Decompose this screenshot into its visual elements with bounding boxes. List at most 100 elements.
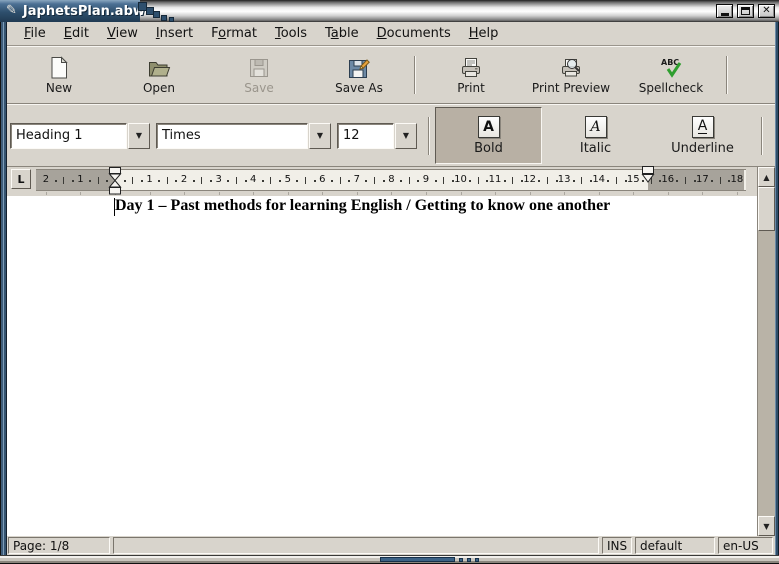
ruler-dot bbox=[331, 180, 333, 182]
ruler-dot bbox=[676, 180, 678, 182]
ruler-number: 12 bbox=[523, 174, 536, 185]
ruler-dot bbox=[141, 180, 143, 182]
toolbar-separator bbox=[428, 117, 430, 155]
ruler-minor-tick bbox=[495, 192, 496, 195]
ruler-number: 16 bbox=[661, 174, 674, 185]
ruler-dot bbox=[538, 180, 540, 182]
style-dropdown[interactable]: Heading 1 ▼ bbox=[10, 123, 150, 149]
border-decoration bbox=[380, 557, 455, 562]
menu-item-view[interactable]: View bbox=[98, 24, 147, 43]
chevron-down-icon[interactable]: ▼ bbox=[128, 123, 150, 149]
document-page[interactable]: Day 1 – Past methods for learning Englis… bbox=[7, 196, 757, 536]
ruler-scale[interactable]: 21123456789101112131415161718 bbox=[36, 169, 746, 191]
tab-selector-button[interactable]: L bbox=[11, 169, 31, 189]
menu-item-format[interactable]: Format bbox=[202, 24, 266, 43]
menu-item-help[interactable]: Help bbox=[460, 24, 508, 43]
language-indicator[interactable]: en-US bbox=[718, 537, 773, 554]
arrow-up-icon: ▲ bbox=[763, 173, 769, 182]
ruler-dot bbox=[711, 180, 713, 182]
left-indent-marker[interactable] bbox=[108, 167, 122, 199]
vertical-scrollbar[interactable]: ▲ ▼ bbox=[757, 167, 775, 536]
scrollbar-trough[interactable] bbox=[758, 231, 775, 516]
open-button[interactable]: Open bbox=[109, 48, 209, 102]
ruler-dot bbox=[452, 180, 454, 182]
ruler-dot bbox=[486, 180, 488, 182]
menu-item-edit[interactable]: Edit bbox=[55, 24, 98, 43]
print-preview-icon bbox=[559, 56, 583, 80]
ruler-dot bbox=[348, 180, 350, 182]
ruler-dot bbox=[400, 180, 402, 182]
menu-item-tools[interactable]: Tools bbox=[266, 24, 316, 43]
ruler-number: 10 bbox=[454, 174, 467, 185]
underline-button[interactable]: AUnderline bbox=[649, 107, 756, 164]
ruler-dot bbox=[728, 180, 730, 182]
ruler-dot bbox=[72, 180, 74, 182]
ruler-minor-tick bbox=[288, 192, 289, 195]
menu-item-table[interactable]: Table bbox=[316, 24, 368, 43]
save-floppy-icon bbox=[247, 56, 271, 80]
underline-icon: A bbox=[692, 116, 714, 138]
close-button[interactable]: ✕ bbox=[758, 4, 775, 18]
print-preview-button[interactable]: Print Preview bbox=[521, 48, 621, 102]
ruler-number: 9 bbox=[423, 174, 429, 185]
ruler-dot bbox=[296, 180, 298, 182]
right-indent-marker[interactable] bbox=[641, 166, 655, 192]
ruler-tick bbox=[63, 177, 64, 184]
title-bar[interactable]: ✎ JaphetsPlan.abw ✕ bbox=[0, 0, 779, 22]
border-decoration bbox=[459, 558, 463, 562]
ruler-tick bbox=[616, 177, 617, 184]
document-heading-text[interactable]: Day 1 – Past methods for learning Englis… bbox=[115, 197, 610, 215]
style-dropdown-value[interactable]: Heading 1 bbox=[10, 123, 127, 149]
ruler-tick bbox=[720, 177, 721, 184]
titlebar-decoration bbox=[153, 11, 160, 18]
ruler-tick bbox=[443, 177, 444, 184]
scroll-up-button[interactable]: ▲ bbox=[758, 167, 775, 187]
scrollbar-thumb[interactable] bbox=[758, 187, 775, 231]
scroll-down-button[interactable]: ▼ bbox=[758, 516, 775, 536]
print-button[interactable]: Print bbox=[421, 48, 521, 102]
ruler-dot bbox=[314, 180, 316, 182]
font-dropdown-value[interactable]: Times bbox=[156, 123, 308, 149]
ruler-dot bbox=[659, 180, 661, 182]
insert-mode-indicator[interactable]: INS bbox=[602, 537, 632, 554]
ruler-dot bbox=[521, 180, 523, 182]
ruler-dot bbox=[227, 180, 229, 182]
menu-item-documents[interactable]: Documents bbox=[368, 24, 460, 43]
ruler-tick bbox=[547, 177, 548, 184]
ruler-minor-tick bbox=[426, 192, 427, 195]
style-indicator: default bbox=[635, 537, 715, 554]
titlebar-decoration bbox=[169, 17, 174, 22]
ruler-dot bbox=[417, 180, 419, 182]
ruler-tick bbox=[340, 177, 341, 184]
bold-button[interactable]: ABold bbox=[435, 107, 542, 164]
spellcheck-button[interactable]: ABCSpellcheck bbox=[621, 48, 721, 102]
abiword-icon: ✎ bbox=[6, 3, 17, 19]
menu-item-file[interactable]: File bbox=[15, 24, 55, 43]
italic-button[interactable]: AItalic bbox=[542, 107, 649, 164]
ruler-minor-tick bbox=[219, 192, 220, 195]
menu-item-insert[interactable]: Insert bbox=[147, 24, 202, 43]
ruler-minor-tick bbox=[702, 192, 703, 195]
font-size-dropdown-value[interactable]: 12 bbox=[337, 123, 394, 149]
minimize-button[interactable] bbox=[716, 4, 733, 18]
maximize-button[interactable] bbox=[737, 4, 754, 18]
ruler-tick bbox=[132, 177, 133, 184]
ruler-tick bbox=[167, 177, 168, 184]
ruler-number: 3 bbox=[215, 174, 221, 185]
new-button[interactable]: New bbox=[9, 48, 109, 102]
open-folder-icon bbox=[147, 56, 171, 80]
font-size-dropdown[interactable]: 12 ▼ bbox=[337, 123, 417, 149]
toolbar-separator bbox=[761, 117, 763, 155]
save-as-button[interactable]: Save As bbox=[309, 48, 409, 102]
ruler-minor-tick bbox=[357, 192, 358, 195]
chevron-down-icon[interactable]: ▼ bbox=[395, 123, 417, 149]
font-dropdown[interactable]: Times ▼ bbox=[156, 123, 331, 149]
window-content: FileEditViewInsertFormatToolsTableDocume… bbox=[7, 22, 775, 555]
ruler-dot bbox=[694, 180, 696, 182]
window-bottom-border bbox=[0, 555, 779, 564]
ruler-dot bbox=[435, 180, 437, 182]
chevron-down-icon[interactable]: ▼ bbox=[309, 123, 331, 149]
titlebar-decoration bbox=[161, 15, 167, 21]
ruler-dot bbox=[175, 180, 177, 182]
ruler-number: 1 bbox=[77, 174, 83, 185]
